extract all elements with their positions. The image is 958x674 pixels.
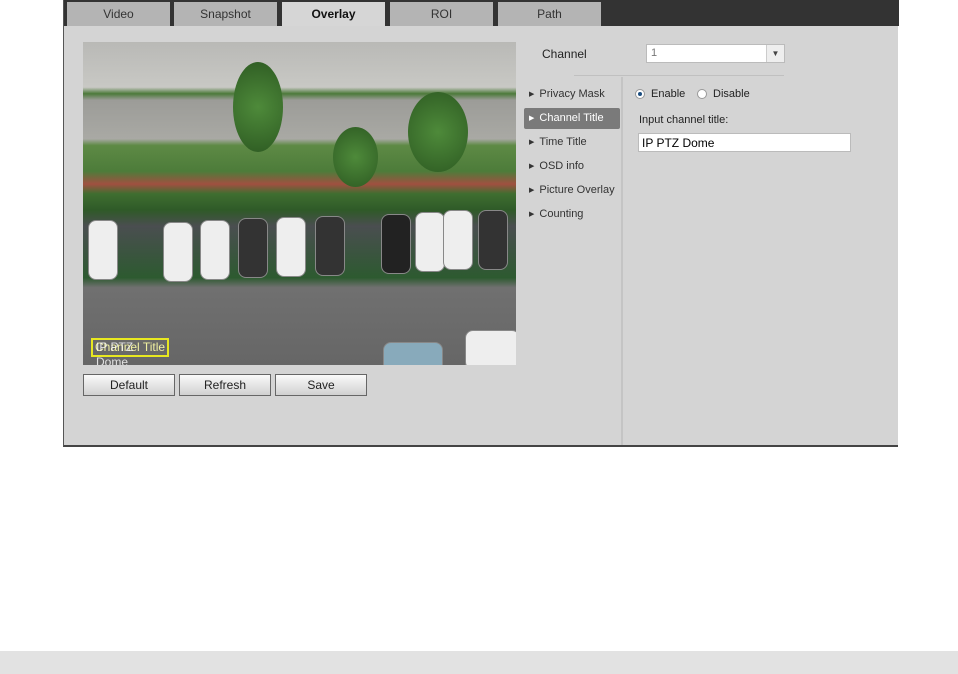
triangle-right-icon: ▶ <box>529 163 535 170</box>
triangle-right-icon: ▶ <box>529 211 535 218</box>
car-image <box>415 212 445 272</box>
menu-item-counting[interactable]: ▶ Counting <box>524 204 620 225</box>
car-image <box>381 214 411 274</box>
menu-label: Channel Title <box>539 112 604 124</box>
tree-image <box>408 92 468 172</box>
channel-select[interactable]: 1 ▼ <box>646 44 785 63</box>
default-button[interactable]: Default <box>83 374 175 396</box>
overlay-panel: Video Snapshot Overlay ROI Path Channel … <box>63 0 899 447</box>
tab-snapshot[interactable]: Snapshot <box>174 2 277 26</box>
refresh-button[interactable]: Refresh <box>179 374 271 396</box>
video-preview[interactable]: Channel Title IP PTZ Dome <box>83 42 516 365</box>
radio-unchecked-icon <box>697 89 707 99</box>
tree-image <box>233 62 283 152</box>
tree-image <box>333 127 378 187</box>
menu-label: Privacy Mask <box>539 88 605 100</box>
radio-checked-icon <box>635 89 645 99</box>
input-channel-title-label: Input channel title: <box>639 114 729 126</box>
menu-label: Picture Overlay <box>539 184 615 196</box>
triangle-right-icon: ▶ <box>529 115 535 122</box>
disable-label: Disable <box>713 88 750 100</box>
save-button[interactable]: Save <box>275 374 367 396</box>
bottom-bar <box>0 651 958 674</box>
triangle-right-icon: ▶ <box>529 91 535 98</box>
divider <box>574 75 784 76</box>
disable-radio[interactable]: Disable <box>697 88 750 100</box>
car-image <box>276 217 306 277</box>
car-image <box>383 342 443 365</box>
divider <box>621 77 623 445</box>
enable-label: Enable <box>651 88 686 100</box>
car-image <box>88 220 118 280</box>
osd-title-text: IP PTZ Dome <box>96 340 134 365</box>
car-image <box>163 222 193 282</box>
car-image <box>478 210 508 270</box>
menu-item-privacy-mask[interactable]: ▶ Privacy Mask <box>524 84 620 105</box>
menu-item-picture-overlay[interactable]: ▶ Picture Overlay <box>524 180 620 201</box>
channel-title-input[interactable] <box>638 133 851 152</box>
menu-item-channel-title[interactable]: ▶ Channel Title <box>524 108 620 129</box>
tab-video[interactable]: Video <box>67 2 170 26</box>
car-image <box>443 210 473 270</box>
triangle-right-icon: ▶ <box>529 139 535 146</box>
channel-label: Channel <box>542 47 587 61</box>
menu-label: Counting <box>539 208 584 220</box>
enable-radio[interactable]: Enable <box>635 88 685 100</box>
car-image <box>238 218 268 278</box>
car-image <box>315 216 345 276</box>
tab-roi[interactable]: ROI <box>390 2 493 26</box>
triangle-right-icon: ▶ <box>529 187 535 194</box>
menu-label: OSD info <box>539 160 585 172</box>
channel-value: 1 <box>651 47 658 59</box>
car-image <box>200 220 230 280</box>
tab-path[interactable]: Path <box>498 2 601 26</box>
menu-item-time-title[interactable]: ▶ Time Title <box>524 132 620 153</box>
chevron-down-icon[interactable]: ▼ <box>766 45 784 62</box>
menu-label: Time Title <box>539 136 587 148</box>
menu-item-osd-info[interactable]: ▶ OSD info <box>524 156 620 177</box>
car-image <box>465 330 516 365</box>
tab-bar: Video Snapshot Overlay ROI Path <box>64 0 899 26</box>
channel-title-osd[interactable]: Channel Title IP PTZ Dome <box>91 338 170 365</box>
tab-overlay[interactable]: Overlay <box>282 2 385 26</box>
